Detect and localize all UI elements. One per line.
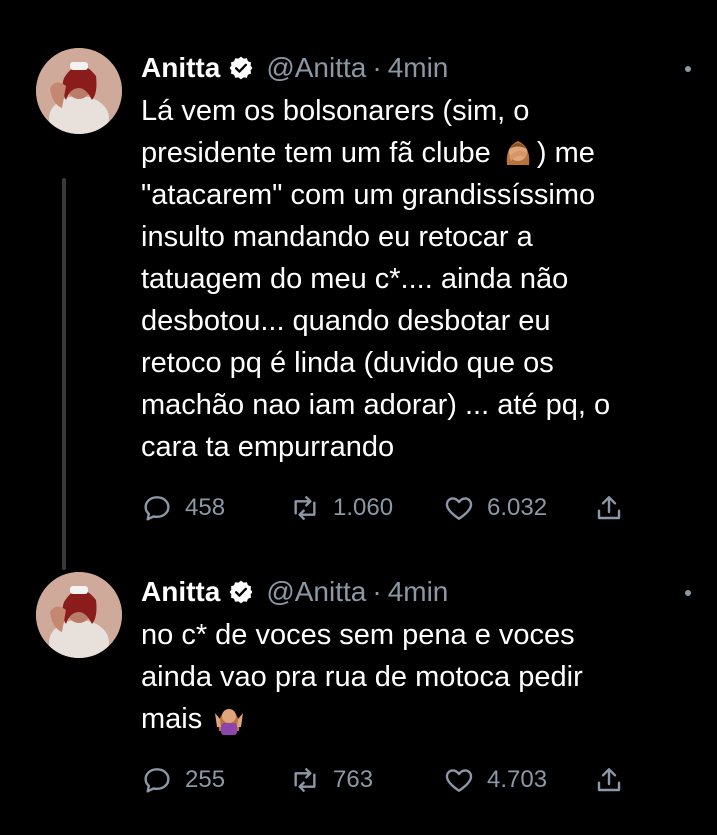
tweet-text-part: no c* de voces sem pena e voces ainda va… (141, 619, 583, 735)
like-button[interactable]: 6.032 (443, 492, 593, 524)
separator-dot: · (372, 576, 382, 607)
like-count: 6.032 (487, 494, 548, 521)
share-button[interactable] (593, 764, 625, 796)
tweet-text: Lá vem os bolsonarers (sim, o presidente… (141, 90, 701, 468)
share-icon (597, 768, 621, 792)
retweet-button[interactable]: 763 (289, 764, 443, 796)
reply-button[interactable]: 458 (141, 492, 289, 524)
like-count: 4.703 (487, 766, 548, 793)
facepalm-emoji-icon (506, 141, 530, 166)
reply-count: 458 (185, 494, 226, 521)
handle[interactable]: @Anitta (266, 572, 366, 612)
reply-button[interactable]: 255 (141, 764, 289, 796)
tweet-text: no c* de voces sem pena e voces ainda va… (141, 614, 701, 740)
verified-badge-icon (229, 56, 253, 80)
tweet-text-part: ) me "atacarem" com um grandissíssimo in… (141, 137, 611, 463)
retweet-count: 1.060 (333, 494, 394, 521)
separator-dot: · (372, 52, 382, 83)
heart-icon (445, 769, 473, 792)
more-options-icon[interactable] (685, 590, 691, 596)
display-name[interactable]: Anitta (141, 572, 220, 612)
share-icon (597, 496, 621, 520)
avatar[interactable] (36, 572, 122, 658)
shrug-emoji-icon (215, 709, 244, 736)
handle[interactable]: @Anitta (266, 48, 366, 88)
heart-icon (445, 497, 473, 520)
retweet-icon (294, 496, 316, 520)
share-button[interactable] (593, 492, 625, 524)
display-name[interactable]: Anitta (141, 48, 220, 88)
retweet-count: 763 (333, 766, 374, 793)
like-button[interactable]: 4.703 (443, 764, 593, 796)
tweet-actions: 458 1.060 6.032 (141, 488, 701, 528)
reply-icon (144, 768, 170, 793)
retweet-icon (294, 768, 316, 792)
avatar[interactable] (36, 48, 122, 134)
retweet-button[interactable]: 1.060 (289, 492, 443, 524)
tweet-actions: 255 763 4.703 (141, 760, 701, 800)
thread-connector-line (62, 178, 66, 570)
reply-count: 255 (185, 766, 226, 793)
timestamp[interactable]: 4min (388, 572, 449, 612)
more-options-icon[interactable] (685, 66, 691, 72)
verified-badge-icon (229, 580, 253, 604)
timestamp[interactable]: 4min (388, 48, 449, 88)
tweet-text-part: Lá vem os bolsonarers (sim, o presidente… (141, 95, 530, 169)
reply-icon (144, 496, 170, 521)
